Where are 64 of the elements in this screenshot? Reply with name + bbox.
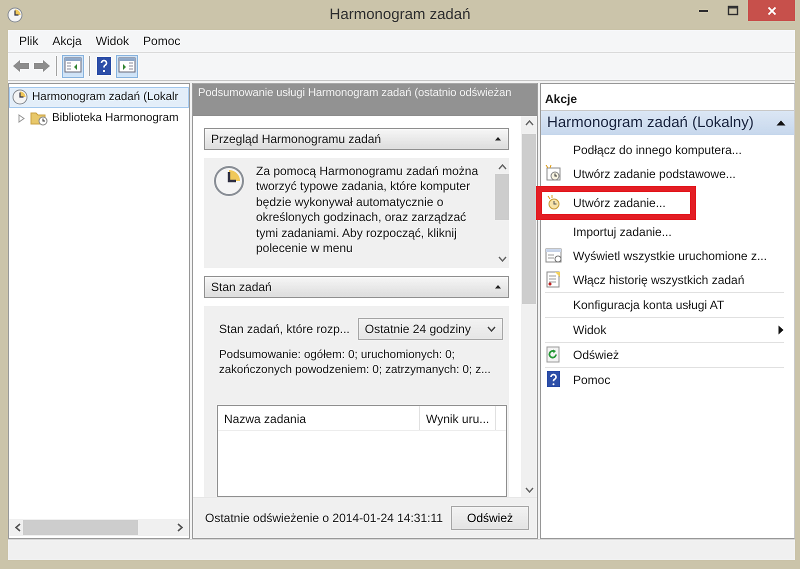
action-item[interactable]: Importuj zadanie... xyxy=(545,220,784,244)
help-icon[interactable] xyxy=(95,56,113,76)
menu-item[interactable]: Plik xyxy=(12,32,46,50)
refresh-icon xyxy=(545,346,562,364)
folder-clock-icon xyxy=(30,110,48,126)
section-header[interactable]: Stan zadań xyxy=(204,276,509,298)
filter-label: Stan zadań, które rozp... xyxy=(219,322,350,336)
collapse-arrow-icon[interactable] xyxy=(494,136,502,142)
horizontal-scrollbar[interactable] xyxy=(9,519,189,536)
action-item[interactable]: Utwórz zadanie... xyxy=(545,186,784,220)
collapse-arrow-icon[interactable] xyxy=(494,284,502,290)
submenu-arrow-icon xyxy=(778,324,784,335)
clock-icon xyxy=(545,194,562,212)
scroll-left-icon[interactable] xyxy=(14,523,21,532)
action-item[interactable]: Utwórz zadanie podstawowe... xyxy=(545,162,784,186)
tree-item[interactable]: Biblioteka Harmonogram xyxy=(9,108,189,129)
action-item[interactable]: Podłącz do innego komputera... xyxy=(545,138,784,162)
scroll-up-icon[interactable] xyxy=(524,120,534,126)
collapse-arrow-icon[interactable] xyxy=(776,120,786,126)
section-header[interactable]: Przegląd Harmonogramu zadań xyxy=(204,128,509,150)
tree-item[interactable]: Harmonogram zadań (Lokalr xyxy=(9,86,189,108)
column-header[interactable]: Wynik uru... xyxy=(420,406,496,430)
last-refresh-text: Ostatnie odświeżenie o 2014-01-24 14:31:11 xyxy=(205,511,443,526)
pane-header: Podsumowanie usługi Harmonogram zadań (ostatnio odświeżan xyxy=(193,82,537,116)
action-item[interactable]: Wyświetl wszystkie uruchomione z... xyxy=(545,244,784,268)
tree-label: Biblioteka Harmonogram xyxy=(52,112,179,124)
vertical-scrollbar[interactable] xyxy=(521,116,537,498)
time-range-dropdown[interactable]: Ostatnie 24 godziny xyxy=(358,318,503,340)
expand-arrow-icon[interactable] xyxy=(18,114,26,123)
close-icon xyxy=(766,4,778,16)
chevron-down-icon xyxy=(486,326,496,332)
menu-item[interactable]: Akcja xyxy=(45,32,89,50)
show-actions-button[interactable] xyxy=(116,54,138,78)
actions-group-header[interactable]: Harmonogram zadań (Lokalny) xyxy=(541,110,794,135)
scroll-down-icon[interactable] xyxy=(498,256,506,262)
window-title: Harmonogram zadań xyxy=(330,6,470,23)
wizard-clock-icon xyxy=(545,165,562,182)
menu-item[interactable]: Pomoc xyxy=(136,32,188,50)
minimize-icon xyxy=(698,10,708,12)
action-item[interactable]: Odśwież xyxy=(545,342,784,368)
clock-icon xyxy=(212,164,246,198)
scroll-right-icon[interactable] xyxy=(177,523,184,532)
action-item[interactable]: Pomoc xyxy=(545,368,784,392)
close-button[interactable] xyxy=(748,0,795,21)
back-arrow-icon[interactable] xyxy=(12,58,30,74)
forward-arrow-icon[interactable] xyxy=(33,58,51,74)
clock-icon xyxy=(12,89,28,106)
scroll-down-icon[interactable] xyxy=(524,487,534,494)
maximize-icon xyxy=(727,4,739,16)
column-header[interactable]: Nazwa zadania xyxy=(218,406,420,430)
tree-label: Harmonogram zadań (Lokalr xyxy=(32,91,178,104)
refresh-button[interactable]: Odśwież xyxy=(451,506,529,530)
scroll-up-icon[interactable] xyxy=(498,164,506,170)
action-item[interactable]: Widok xyxy=(545,318,784,343)
description-text: Za pomocą Harmonogramu zadań można tworzyć typowe zadania, które komputer będzie wykonywał automatycznie o określonych godzinach, oraz zarządzać tymi zadaniami. Aby rozpocząć, kliknij polecenie w menu xyxy=(256,164,480,258)
summary-text: Podsumowanie: ogółem: 0; uruchomionych: 0; zakończonych powodzeniem: 0; zatrzymanych: 0; z... xyxy=(219,348,492,378)
action-item[interactable]: Konfiguracja konta usługi AT xyxy=(545,292,784,318)
help-icon xyxy=(545,371,562,388)
action-item[interactable]: Włącz historię wszystkich zadań xyxy=(545,268,784,293)
task-list-icon xyxy=(545,247,562,264)
show-tree-button[interactable] xyxy=(62,54,84,78)
clock-icon xyxy=(6,6,24,24)
history-log-icon xyxy=(545,271,562,288)
menu-item[interactable]: Widok xyxy=(88,32,136,50)
